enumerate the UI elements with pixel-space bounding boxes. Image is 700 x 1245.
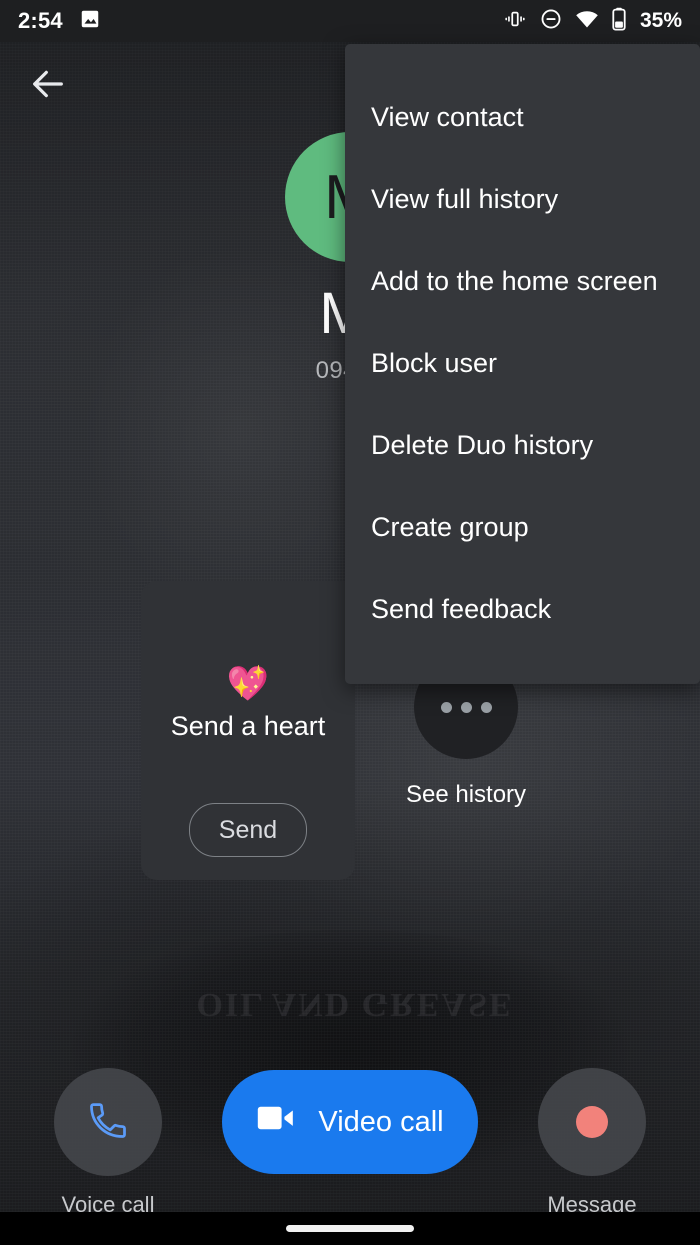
phone-icon	[86, 1098, 130, 1147]
send-a-heart-label: Send a heart	[170, 711, 326, 741]
send-a-heart-card[interactable]: 💖 Send a heart Send	[141, 581, 355, 880]
dot-3	[480, 701, 492, 713]
see-history-label: See history	[405, 781, 527, 808]
video-call-label: Video call	[318, 1105, 444, 1138]
dot-2	[460, 701, 472, 713]
voice-call-action[interactable]: Voice call	[18, 1068, 198, 1218]
menu-item-send-feedback[interactable]: Send feedback	[345, 568, 700, 650]
menu-item-block-user[interactable]: Block user	[345, 322, 700, 404]
vibrate-icon	[503, 8, 527, 35]
app-screen: OIL AND GREASE 2:54	[0, 0, 700, 1245]
menu-item-view-contact[interactable]: View contact	[345, 76, 700, 158]
battery-icon	[612, 7, 626, 36]
message-button[interactable]	[538, 1068, 646, 1176]
back-button[interactable]	[22, 60, 74, 112]
gesture-home-pill[interactable]	[286, 1225, 414, 1232]
menu-item-create-group[interactable]: Create group	[345, 486, 700, 568]
system-navigation-bar	[0, 1212, 700, 1245]
sparkling-heart-icon: 💖	[226, 665, 270, 703]
message-action[interactable]: Message	[502, 1068, 682, 1218]
video-camera-icon	[256, 1104, 296, 1140]
send-button[interactable]: Send	[189, 803, 307, 857]
message-icon	[576, 1106, 608, 1138]
menu-item-delete-duo-history[interactable]: Delete Duo history	[345, 404, 700, 486]
battery-percent-label: 35%	[639, 9, 682, 32]
status-bar: 2:54 35%	[0, 0, 700, 42]
back-arrow-icon	[28, 64, 68, 109]
do-not-disturb-icon	[540, 8, 562, 35]
image-icon	[79, 8, 101, 35]
menu-item-view-full-history[interactable]: View full history	[345, 158, 700, 240]
wifi-icon	[575, 9, 599, 34]
menu-item-add-to-home-screen[interactable]: Add to the home screen	[345, 240, 700, 322]
overflow-menu[interactable]: View contact View full history Add to th…	[345, 44, 700, 684]
dot-1	[440, 701, 452, 713]
status-bar-left: 2:54	[18, 8, 101, 35]
voice-call-button[interactable]	[54, 1068, 162, 1176]
status-bar-right: 35%	[503, 7, 682, 36]
action-bar: Voice call Video call Message	[0, 1068, 700, 1217]
status-bar-clock: 2:54	[18, 8, 63, 33]
video-call-button[interactable]: Video call	[222, 1070, 478, 1174]
